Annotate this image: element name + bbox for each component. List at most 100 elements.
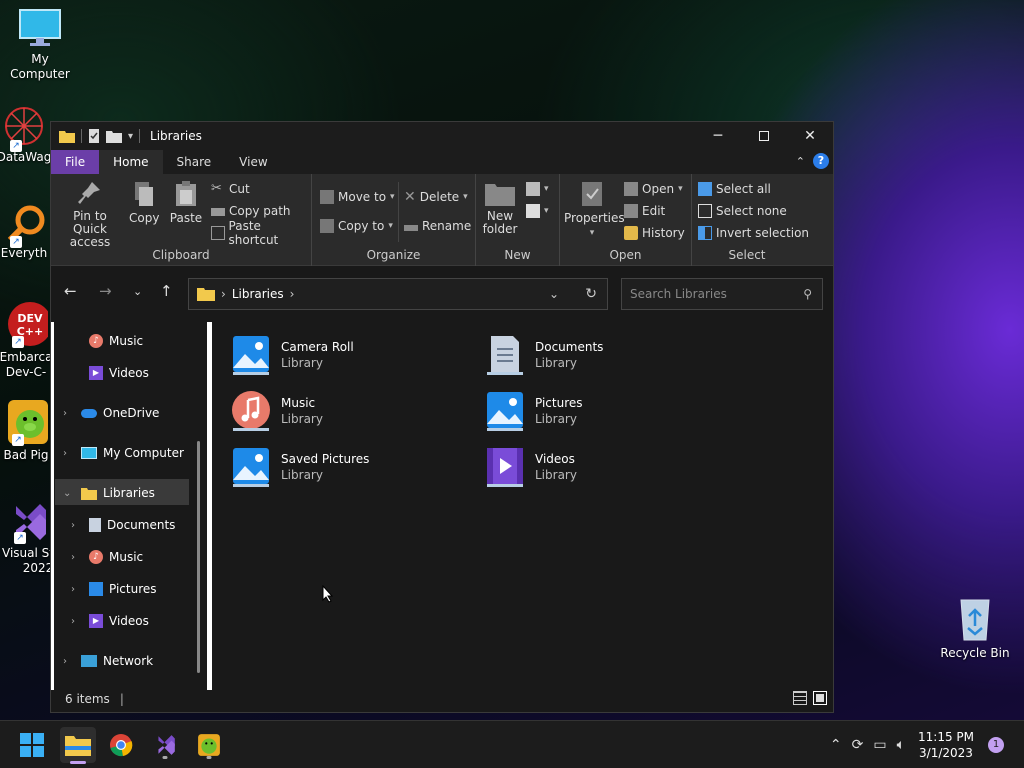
nav-item-music-top[interactable]: ♪ Music [89,330,143,352]
forward-button[interactable]: → [99,282,112,300]
collapse-arrow-icon[interactable]: ⌄ [63,488,71,499]
recent-locations-button[interactable]: ⌄ [133,285,142,298]
properties-icon[interactable] [88,129,100,143]
update-icon[interactable]: ⟳ [852,737,864,753]
pane-divider[interactable] [207,322,212,690]
refresh-icon[interactable]: ↻ [585,286,597,302]
clock[interactable]: 11:15 PM 3/1/2023 [918,729,974,761]
taskbar-bad-piggies[interactable] [193,729,225,761]
expand-arrow-icon[interactable]: › [71,552,75,563]
maximize-button[interactable] [741,122,787,150]
nav-item-music[interactable]: › ♪ Music [71,546,143,568]
select-all-button[interactable]: Select all [698,180,771,198]
expand-arrow-icon[interactable]: › [71,584,75,595]
group-label-open: Open [609,248,642,262]
delete-button[interactable]: ✕ Delete ▾ [404,188,468,206]
collapse-ribbon-icon[interactable]: ⌃ [796,155,805,168]
history-button[interactable]: History [624,224,685,242]
nav-item-documents[interactable]: › Documents [71,514,175,536]
tab-view[interactable]: View [225,150,281,174]
tab-file[interactable]: File [51,150,100,174]
library-tile-music[interactable]: Music Library [231,390,323,432]
start-button[interactable] [16,729,48,761]
notification-badge[interactable]: 1 [988,737,1004,753]
network-icon[interactable]: ▭ [873,737,886,753]
properties-button[interactable]: Properties ▾ [564,180,625,240]
nav-item-my-computer[interactable]: › My Computer [63,442,184,464]
rename-button[interactable]: Rename [404,217,471,235]
back-button[interactable]: ← [64,282,77,300]
folder-icon[interactable] [59,129,75,143]
desktop-icon-bad-piggies[interactable]: ↗ Bad Pig [0,398,54,463]
new-folder-button[interactable]: New folder [482,180,518,236]
library-tile-saved-pictures[interactable]: Saved Pictures Library [231,446,369,488]
taskbar-file-explorer[interactable] [60,727,96,764]
show-hidden-icons-icon[interactable]: ⌃ [830,737,842,753]
quick-access-toolbar: ▾ [51,129,141,143]
taskbar-chrome[interactable] [105,729,137,761]
copy-path-button[interactable]: Copy path [211,202,291,220]
recycle-bin-icon [960,599,990,641]
breadcrumb-libraries[interactable]: Libraries [232,287,284,301]
nav-item-libraries[interactable]: ⌄ Libraries [63,482,155,504]
open-icon [624,182,638,196]
expand-arrow-icon[interactable]: › [71,520,75,531]
nav-item-videos-top[interactable]: ▶ Videos [89,362,149,384]
up-button[interactable]: ↑ [160,282,173,300]
customize-toolbar-icon[interactable]: ▾ [128,131,133,142]
desktop-icon-devcpp[interactable]: DEV C++ ↗ Embarca Dev-C- [0,300,54,380]
move-to-icon [320,190,334,204]
paste-button[interactable]: Paste [169,180,203,225]
nav-item-network[interactable]: › Network [63,650,153,672]
desktop-icon-my-computer[interactable]: My Computer [0,8,80,82]
chevron-right-icon[interactable]: › [290,287,295,301]
close-button[interactable]: ✕ [787,122,833,150]
shortcut-arrow-icon: ↗ [10,140,22,152]
folder-icon [81,487,97,500]
group-label-clipboard: Clipboard [152,248,210,262]
tab-share[interactable]: Share [163,150,226,174]
expand-arrow-icon[interactable]: › [63,408,67,419]
expand-arrow-icon[interactable]: › [63,656,67,667]
properties-icon [582,182,602,206]
easy-access-icon [526,204,540,218]
address-bar[interactable]: › Libraries › ⌄ ↻ [188,278,608,310]
edit-button[interactable]: Edit [624,202,665,220]
desktop-icon-visual-studio[interactable]: ↗ Visual St 2022 [0,500,56,576]
large-icons-view-icon[interactable] [813,691,827,705]
easy-access-button[interactable]: ▾ [526,202,549,220]
library-tile-pictures[interactable]: Pictures Library [485,390,583,432]
details-view-icon[interactable] [793,691,807,705]
new-item-button[interactable]: ▾ [526,180,549,198]
library-tile-videos[interactable]: Videos Library [485,446,577,488]
nav-item-onedrive[interactable]: › OneDrive [63,402,159,424]
taskbar-visual-studio[interactable] [149,729,181,761]
move-to-button[interactable]: Move to ▾ [320,188,395,206]
cut-button[interactable]: ✂ Cut [211,180,250,198]
open-button[interactable]: Open ▾ [624,180,683,198]
nav-item-videos[interactable]: › ▶ Videos [71,610,149,632]
volume-icon[interactable]: 🔈︎ [897,737,905,753]
group-label-select: Select [728,248,766,262]
minimize-button[interactable]: ─ [695,122,741,150]
new-folder-icon[interactable] [106,129,122,143]
desktop-icon-datawag[interactable]: ↗ DataWag [0,104,52,165]
expand-arrow-icon[interactable]: › [71,616,75,627]
help-icon[interactable]: ? [813,153,829,169]
nav-item-pictures[interactable]: › Pictures [71,578,157,600]
expand-arrow-icon[interactable]: › [63,448,67,459]
copy-button[interactable]: Copy [129,180,159,225]
select-none-button[interactable]: Select none [698,202,787,220]
desktop-icon-everything[interactable]: ↗ Everyth [0,204,52,261]
address-dropdown-icon[interactable]: ⌄ [549,287,559,301]
desktop-icon-recycle-bin[interactable]: Recycle Bin [935,596,1015,661]
paste-shortcut-button[interactable]: Paste shortcut [211,219,311,247]
copy-to-button[interactable]: Copy to ▾ [320,217,393,235]
library-tile-documents[interactable]: Documents Library [485,334,603,376]
search-input[interactable]: Search Libraries ⚲ [621,278,823,310]
tab-home[interactable]: Home [99,150,163,174]
invert-selection-button[interactable]: Invert selection [698,224,809,242]
pin-to-quick-access-button[interactable]: Pin to Quick access [57,180,123,249]
library-tile-camera-roll[interactable]: Camera Roll Library [231,334,354,376]
nav-pane-scrollbar[interactable] [197,441,200,673]
